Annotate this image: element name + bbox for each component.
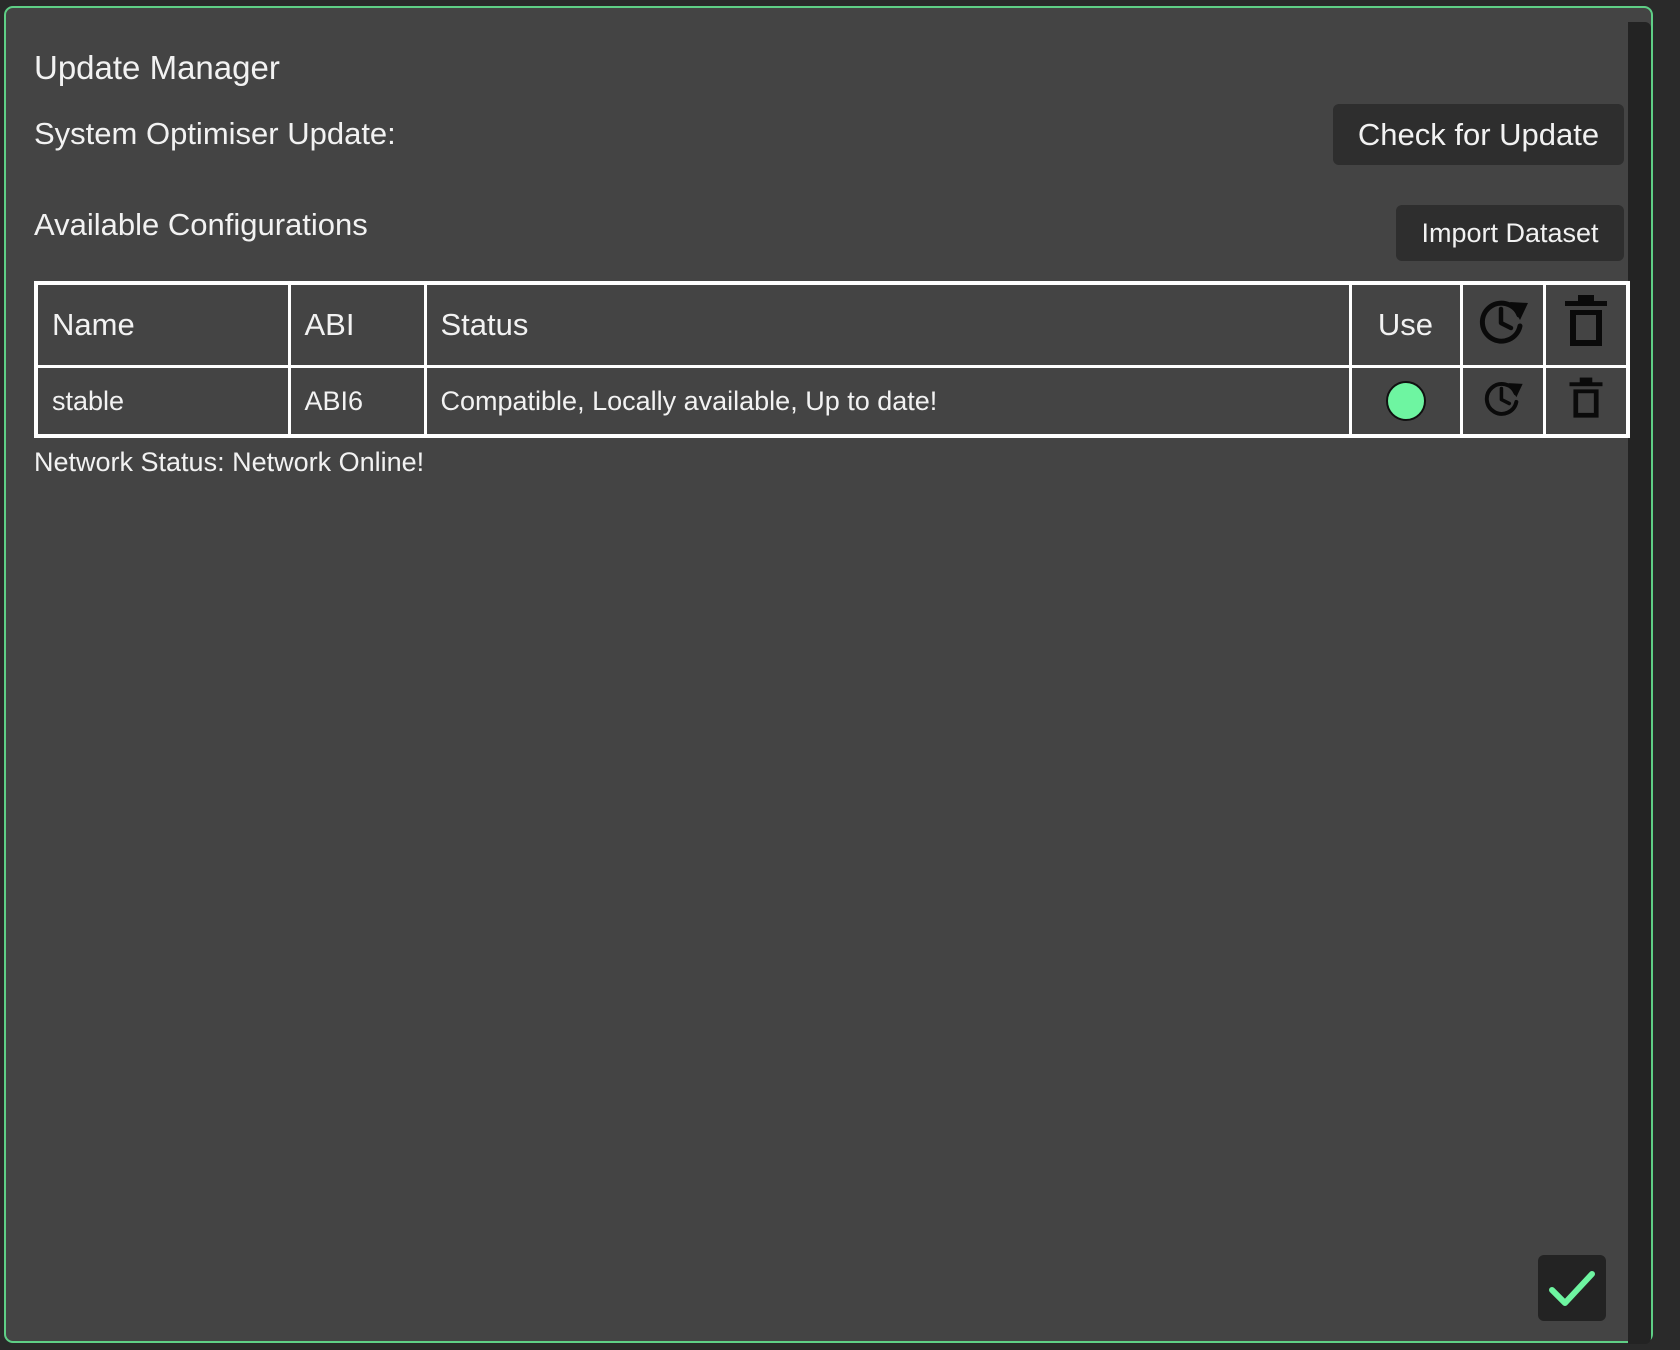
column-header-abi: ABI — [287, 281, 427, 368]
confirm-button[interactable] — [1538, 1255, 1606, 1321]
configurations-heading: Available Configurations — [34, 207, 368, 242]
config-name-cell: stable — [34, 365, 291, 438]
column-header-status: Status — [423, 281, 1352, 368]
column-header-use: Use — [1348, 281, 1463, 368]
config-use-cell — [1348, 365, 1463, 438]
table-header-row: Name ABI Status Use — [34, 281, 1630, 368]
column-header-delete — [1542, 281, 1630, 368]
window-title: Update Manager — [34, 49, 280, 86]
check-for-update-button[interactable]: Check for Update — [1333, 104, 1624, 165]
import-dataset-button[interactable]: Import Dataset — [1396, 205, 1624, 261]
column-header-name: Name — [34, 281, 291, 368]
trash-icon — [1564, 295, 1607, 346]
checkmark-icon — [1549, 1271, 1595, 1306]
trash-icon — [1569, 377, 1603, 418]
update-manager-window: Update Manager System Optimiser Update: … — [4, 6, 1653, 1344]
network-status: Network Status: Network Online! — [34, 447, 425, 477]
config-abi-cell: ABI6 — [287, 365, 427, 438]
delete-config-button[interactable] — [1567, 376, 1605, 427]
update-config-button[interactable] — [1481, 376, 1525, 427]
table-row: stable ABI6 Compatible, Locally availabl… — [34, 365, 1630, 438]
config-status-cell: Compatible, Locally available, Up to dat… — [423, 365, 1352, 438]
update-icon — [1484, 381, 1523, 416]
optimiser-update-label: System Optimiser Update: — [34, 116, 396, 151]
config-update-cell — [1459, 365, 1546, 438]
use-radio-selected[interactable] — [1385, 381, 1426, 421]
window-scroll-strip — [1628, 22, 1651, 1344]
config-delete-cell — [1542, 365, 1630, 438]
column-header-update — [1459, 281, 1546, 368]
configurations-table: Name ABI Status Use stable ABI6 Compatib… — [34, 281, 1630, 438]
update-icon — [1479, 300, 1528, 344]
